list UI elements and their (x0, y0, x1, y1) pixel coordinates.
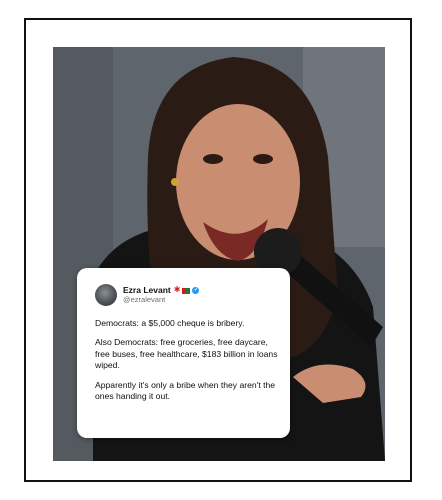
tweet-paragraph: Also Democrats: free groceries, free day… (95, 337, 278, 371)
tweet-paragraph: Democrats: a $5,000 cheque is bribery. (95, 318, 245, 328)
author-block: Ezra Levant ✱ ✓ @ezralevant (123, 285, 200, 304)
flag-icon (182, 287, 191, 294)
tweet-card[interactable]: Ezra Levant ✱ ✓ @ezralevant Democrats: a… (77, 268, 290, 438)
badges: ✱ ✓ (174, 286, 200, 295)
verified-icon: ✓ (192, 287, 200, 295)
tweet-paragraph: Apparently it's only a bribe when they a… (95, 379, 276, 402)
tweet-header: Ezra Levant ✱ ✓ @ezralevant (95, 282, 278, 308)
tweet-body: Democrats: a $5,000 cheque is bribery. A… (95, 318, 278, 403)
handle[interactable]: @ezralevant (123, 295, 199, 304)
avatar[interactable] (95, 284, 117, 306)
maple-leaf-icon: ✱ (173, 285, 181, 295)
